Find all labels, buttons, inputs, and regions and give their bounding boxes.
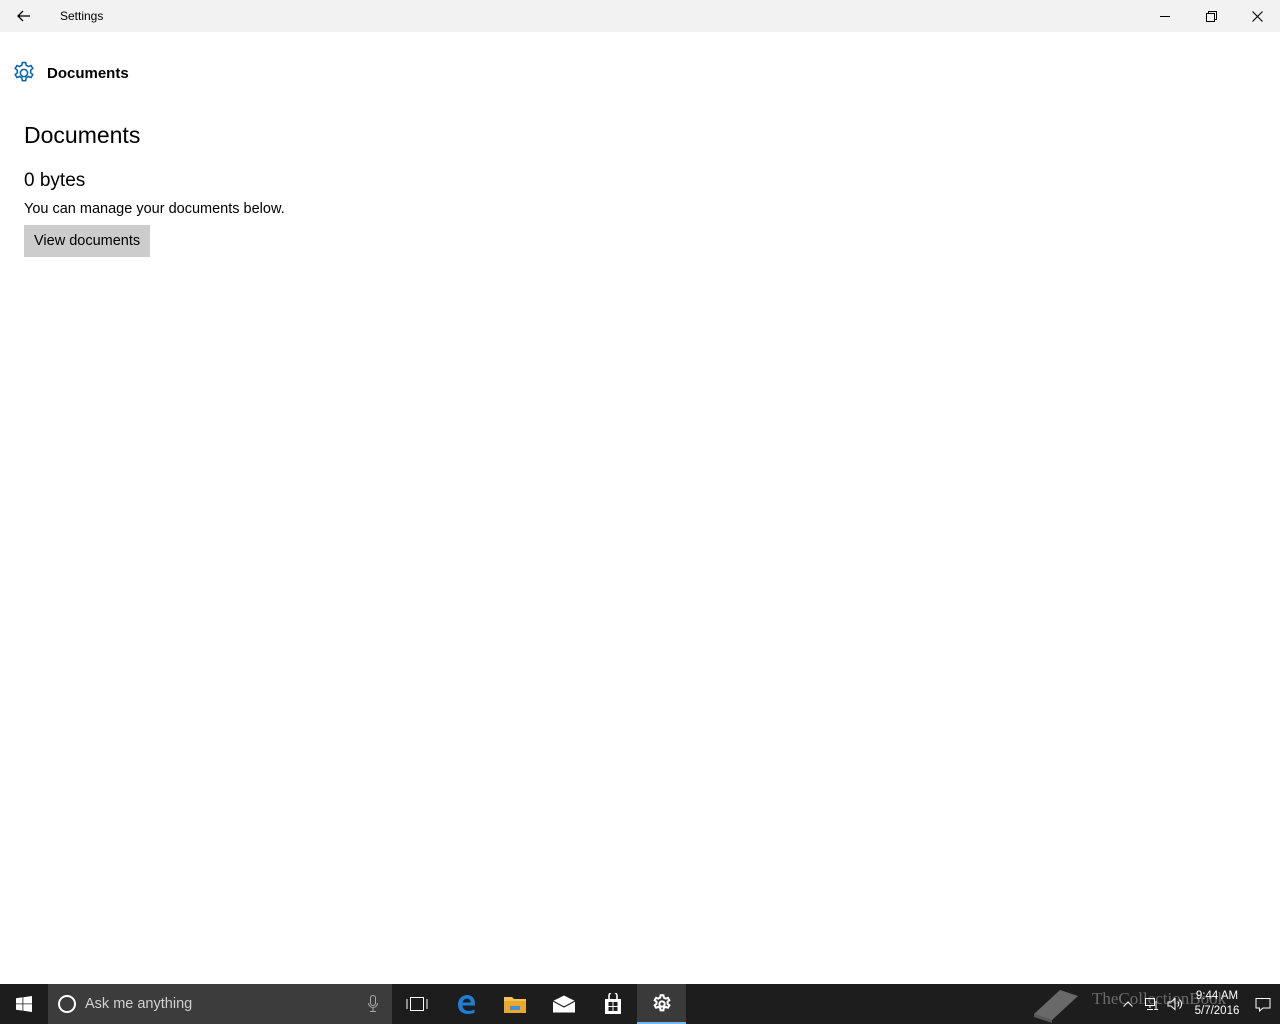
edge-icon [457,995,475,1014]
taskbar-mail[interactable] [539,984,588,1024]
documents-content: Documents 0 bytes You can manage your do… [24,120,285,257]
volume-button[interactable] [1164,984,1188,1024]
speaker-icon [1167,997,1182,1011]
watermark-book-icon [1030,984,1082,1024]
network-icon [1145,998,1158,1010]
back-arrow-icon [17,10,30,22]
folder-icon [503,997,526,1013]
taskbar: Ask me anything TheCollectionBook 9:44 A… [0,984,1280,1024]
close-icon [1251,10,1263,22]
action-center-button[interactable] [1246,984,1280,1024]
page-title: Documents [24,122,141,148]
show-hidden-icons-button[interactable] [1116,984,1140,1024]
clock[interactable]: 9:44 AM 5/7/2016 [1188,989,1246,1019]
window-controls [1142,0,1280,32]
gear-icon [14,61,34,82]
title-bar: Settings [0,0,1280,32]
minimize-button[interactable] [1142,0,1188,32]
settings-window: Settings Documents Documents 0 bytes You… [0,0,1280,984]
cortana-search-box[interactable]: Ask me anything [48,984,392,1024]
microphone-icon[interactable] [368,995,378,1013]
close-button[interactable] [1234,0,1280,32]
taskbar-settings[interactable] [637,984,686,1024]
restore-button[interactable] [1188,0,1234,32]
search-placeholder: Ask me anything [85,996,193,1012]
restore-icon [1205,10,1217,22]
clock-date: 5/7/2016 [1194,1005,1240,1017]
storage-size: 0 bytes [24,170,86,191]
back-button[interactable] [0,0,48,32]
clock-time: 9:44 AM [1195,990,1239,1002]
app-header: Documents [12,60,129,86]
view-documents-button[interactable]: View documents [24,225,151,257]
windows-logo-icon [16,996,32,1012]
minimize-icon [1159,15,1170,17]
chevron-up-icon [1123,1001,1133,1007]
notification-icon [1255,997,1271,1012]
taskbar-edge[interactable] [441,984,490,1024]
network-button[interactable] [1140,984,1164,1024]
window-title: Settings [60,9,104,23]
taskbar-store[interactable] [588,984,637,1024]
task-view-button[interactable] [392,984,441,1024]
task-view-icon [406,997,427,1011]
system-tray: 9:44 AM 5/7/2016 [1116,984,1280,1024]
taskbar-file-explorer[interactable] [490,984,539,1024]
start-button[interactable] [0,984,48,1024]
mail-icon [552,995,575,1013]
store-icon [604,993,621,1014]
cortana-icon [58,995,76,1013]
header-label: Documents [47,64,129,82]
description-text: You can manage your documents below. [24,201,285,217]
gear-icon [652,994,671,1012]
